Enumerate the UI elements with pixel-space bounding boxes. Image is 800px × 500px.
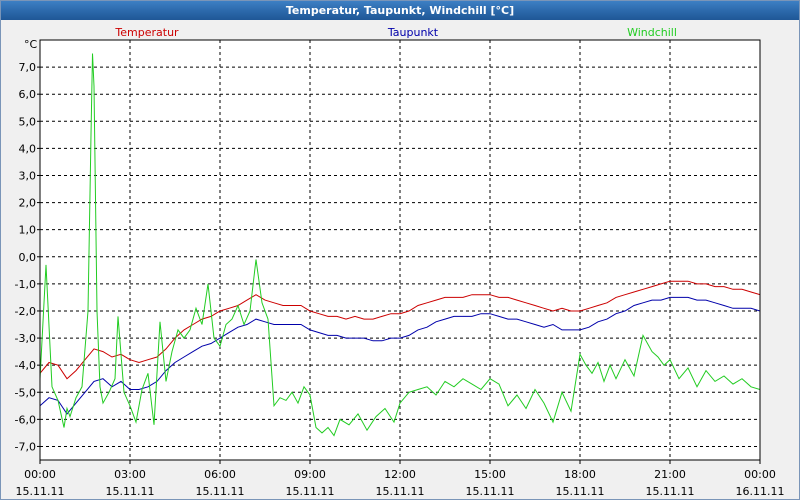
y-tick-label: 4,0 <box>19 142 37 155</box>
x-tick-date-label: 15.11.11 <box>646 485 695 498</box>
chart-svg: 7,0 6,0 5,0 4,0 3,0 2,0 1,0 0,0 -1,0 -2,0 -3,0 -4,0… <box>15 26 785 498</box>
x-tick-time-label: 15:00 <box>474 468 506 481</box>
x-tick-date-label: 15.11.11 <box>556 485 605 498</box>
x-tick-time-label: 00:00 <box>24 468 56 481</box>
y-tick-label: -1,0 <box>15 278 36 291</box>
y-tick-label: 7,0 <box>19 61 37 74</box>
y-tick-label: 6,0 <box>19 88 37 101</box>
x-tick-time-label: 06:00 <box>204 468 236 481</box>
y-tick-label: 2,0 <box>19 197 37 210</box>
legend-windchill: Windchill <box>627 26 677 39</box>
x-tick-time-label: 18:00 <box>564 468 596 481</box>
x-tick-time-label: 21:00 <box>654 468 686 481</box>
x-tick-time-label: 12:00 <box>384 468 416 481</box>
x-tick-date-label: 15.11.11 <box>466 485 515 498</box>
y-tick-label: -7,0 <box>15 440 36 453</box>
y-tick-label: 5,0 <box>19 115 37 128</box>
x-tick-date-label: 16.11.11 <box>736 485 785 498</box>
x-tick-time-label: 00:00 <box>744 468 776 481</box>
x-tick-date-label: 15.11.11 <box>16 485 65 498</box>
x-tick-date-label: 15.11.11 <box>286 485 335 498</box>
y-tick-label: 3,0 <box>19 169 37 182</box>
x-tick-date-label: 15.11.11 <box>376 485 425 498</box>
x-tick-time-label: 09:00 <box>294 468 326 481</box>
y-tick-label: -3,0 <box>15 332 36 345</box>
y-tick-label: -4,0 <box>15 359 36 372</box>
y-tick-label: 0,0 <box>19 251 37 264</box>
x-tick-time-label: 03:00 <box>114 468 146 481</box>
y-tick-label: -5,0 <box>15 386 36 399</box>
y-unit-label: °C <box>24 38 38 51</box>
y-tick-label: 1,0 <box>19 224 37 237</box>
y-tick-label: -6,0 <box>15 413 36 426</box>
x-tick-date-label: 15.11.11 <box>106 485 155 498</box>
y-tick-label: -2,0 <box>15 305 36 318</box>
x-tick-date-label: 15.11.11 <box>196 485 245 498</box>
legend-temperatur: Temperatur <box>114 26 179 39</box>
legend-taupunkt: Taupunkt <box>387 26 439 39</box>
